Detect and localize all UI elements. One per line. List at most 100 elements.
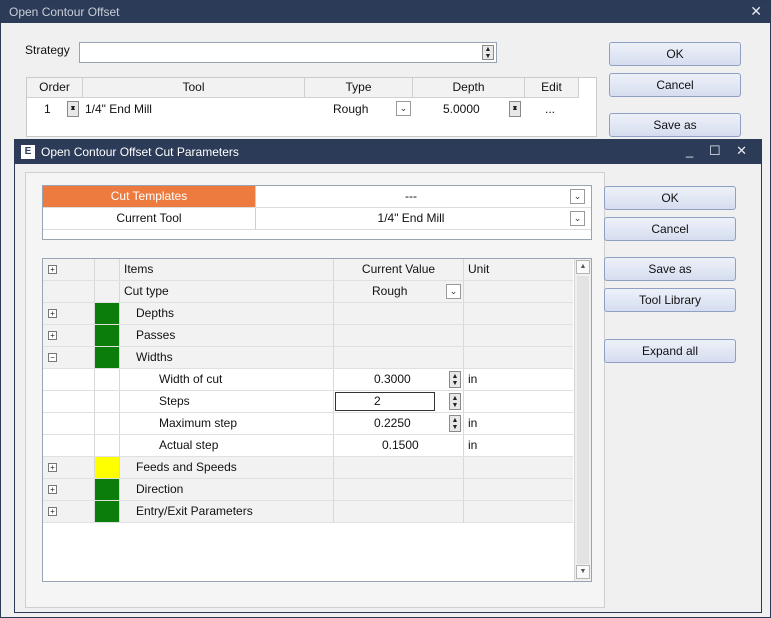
scroll-up-icon[interactable]: ▲ <box>576 260 590 274</box>
header-tool[interactable]: Tool <box>83 78 305 98</box>
cut-templates-row[interactable]: Cut Templates --- ⌄ <box>43 186 591 208</box>
expand-icon[interactable]: + <box>48 463 57 472</box>
spin-up-icon[interactable]: ▲ <box>452 373 459 380</box>
window-controls-icon[interactable]: _ ☐ ✕ <box>686 143 753 159</box>
cancel-button[interactable]: Cancel <box>604 217 736 241</box>
grid-row[interactable]: Width of cut 0.3000 ▲ ▼ in <box>43 369 573 391</box>
row-expander-cell <box>43 413 95 434</box>
order-spinner[interactable]: ▲ ▼ <box>67 101 79 117</box>
row-expander-cell[interactable]: + <box>43 457 95 478</box>
row-label: Passes <box>136 328 176 342</box>
grid-row[interactable]: + Entry/Exit Parameters <box>43 501 573 523</box>
row-expander-cell[interactable]: + <box>43 303 95 324</box>
expand-icon[interactable]: + <box>48 485 57 494</box>
back-ok-button[interactable]: OK <box>609 42 741 66</box>
cut-templates-value: --- <box>405 189 417 203</box>
row-label: Depths <box>136 306 175 320</box>
row-expander-cell <box>43 369 95 390</box>
chevron-down-icon[interactable]: ⌄ <box>446 284 461 299</box>
expand-icon[interactable]: + <box>48 507 57 516</box>
grid-row[interactable]: Maximum step 0.2250 ▲ ▼ in <box>43 413 573 435</box>
row-expander-cell[interactable]: + <box>43 501 95 522</box>
header-type[interactable]: Type <box>305 78 413 98</box>
front-dialog-titlebar: E Open Contour Offset Cut Parameters _ ☐… <box>15 140 761 164</box>
strategy-spinner[interactable]: ▲ ▼ <box>482 45 494 60</box>
grid-row[interactable]: − Widths <box>43 347 573 369</box>
row-value: 0.3000 <box>374 372 411 386</box>
spin-up-icon[interactable]: ▲ <box>452 395 459 402</box>
header-edit[interactable]: Edit <box>525 78 579 98</box>
close-icon[interactable]: ✕ <box>750 3 762 20</box>
row-value-cell[interactable]: Rough ⌄ <box>333 281 464 302</box>
row-expander-cell[interactable]: + <box>43 479 95 500</box>
depth-spinner[interactable]: ▲ ▼ <box>509 101 521 117</box>
row-value-cell <box>333 457 464 478</box>
grid-row[interactable]: + Depths <box>43 303 573 325</box>
value-spinner[interactable]: ▲ ▼ <box>449 415 461 432</box>
row-value-cell <box>333 479 464 500</box>
grid-row[interactable]: + Passes <box>43 325 573 347</box>
row-expander-cell <box>43 435 95 456</box>
value-spinner[interactable]: ▲ ▼ <box>449 371 461 388</box>
table-row[interactable]: 1 ▲ ▼ 1/4" End Mill Rough ⌄ 5.0000 ▲ ▼ .… <box>27 99 579 119</box>
spin-down-icon[interactable]: ▼ <box>452 424 459 431</box>
grid-row[interactable]: + Direction <box>43 479 573 501</box>
row-unit: in <box>468 438 478 452</box>
row-expander-cell <box>43 391 95 412</box>
cut-parameters-dialog: E Open Contour Offset Cut Parameters _ ☐… <box>14 139 762 613</box>
back-cancel-button[interactable]: Cancel <box>609 73 741 97</box>
expand-all-button[interactable]: Expand all <box>604 339 736 363</box>
header-unit[interactable]: Unit <box>468 259 489 280</box>
back-save-as-button[interactable]: Save as <box>609 113 741 137</box>
grid-header: + Items Current Value Unit <box>43 259 573 281</box>
scroll-thumb[interactable] <box>577 276 589 564</box>
row-value-cell[interactable]: 0.3000 ▲ ▼ <box>333 369 464 390</box>
spin-down-icon[interactable]: ▼ <box>452 402 459 409</box>
chevron-down-icon[interactable]: ⌄ <box>570 189 585 204</box>
expand-icon[interactable]: + <box>48 331 57 340</box>
chevron-down-icon[interactable]: ⌄ <box>570 211 585 226</box>
ok-button[interactable]: OK <box>604 186 736 210</box>
header-current-value[interactable]: Current Value <box>333 259 464 280</box>
status-color-swatch <box>95 501 119 522</box>
row-edit-button[interactable]: ... <box>545 102 555 116</box>
vertical-scrollbar[interactable]: ▲ ▼ <box>574 259 591 581</box>
value-spinner[interactable]: ▲ ▼ <box>449 393 461 410</box>
header-depth[interactable]: Depth <box>413 78 525 98</box>
spin-down-icon[interactable]: ▼ <box>452 380 459 387</box>
save-as-button[interactable]: Save as <box>604 257 736 281</box>
chevron-down-icon[interactable]: ⌄ <box>396 101 411 116</box>
current-tool-row[interactable]: Current Tool 1/4" End Mill ⌄ <box>43 208 591 230</box>
row-expander-cell[interactable]: − <box>43 347 95 368</box>
grid-header-expander[interactable]: + <box>43 259 95 280</box>
row-expander-cell[interactable]: + <box>43 325 95 346</box>
spin-down-icon[interactable]: ▼ <box>485 53 492 60</box>
grid-row[interactable]: + Feeds and Speeds <box>43 457 573 479</box>
spin-up-icon[interactable]: ▲ <box>485 46 492 53</box>
row-value-cell[interactable]: 2 ▲ ▼ <box>333 391 464 412</box>
grid-row[interactable]: Actual step 0.1500 in <box>43 435 573 457</box>
header-order[interactable]: Order <box>27 78 83 98</box>
back-dialog-titlebar: Open Contour Offset ✕ <box>1 1 770 23</box>
row-value-cell[interactable]: 0.1500 <box>333 435 464 456</box>
strategy-combobox[interactable]: ▲ ▼ <box>79 42 497 63</box>
grid-row[interactable]: Cut type Rough ⌄ <box>43 281 573 303</box>
grid-header-color <box>95 259 120 280</box>
header-items[interactable]: Items <box>124 259 153 280</box>
row-label: Entry/Exit Parameters <box>136 504 253 518</box>
spin-down-icon[interactable]: ▼ <box>512 105 519 112</box>
strategy-label: Strategy <box>25 43 70 57</box>
row-value-cell[interactable]: 0.2250 ▲ ▼ <box>333 413 464 434</box>
expand-icon[interactable]: + <box>48 309 57 318</box>
spin-down-icon[interactable]: ▼ <box>70 105 77 112</box>
tool-library-button[interactable]: Tool Library <box>604 288 736 312</box>
scroll-down-icon[interactable]: ▼ <box>576 565 590 579</box>
grid-row[interactable]: Steps 2 ▲ ▼ <box>43 391 573 413</box>
spin-up-icon[interactable]: ▲ <box>452 417 459 424</box>
steps-input[interactable] <box>335 392 435 411</box>
collapse-icon[interactable]: − <box>48 353 57 362</box>
row-order: 1 <box>44 102 51 116</box>
status-color-swatch <box>95 303 119 324</box>
expand-icon[interactable]: + <box>48 265 57 274</box>
row-value-cell <box>333 347 464 368</box>
